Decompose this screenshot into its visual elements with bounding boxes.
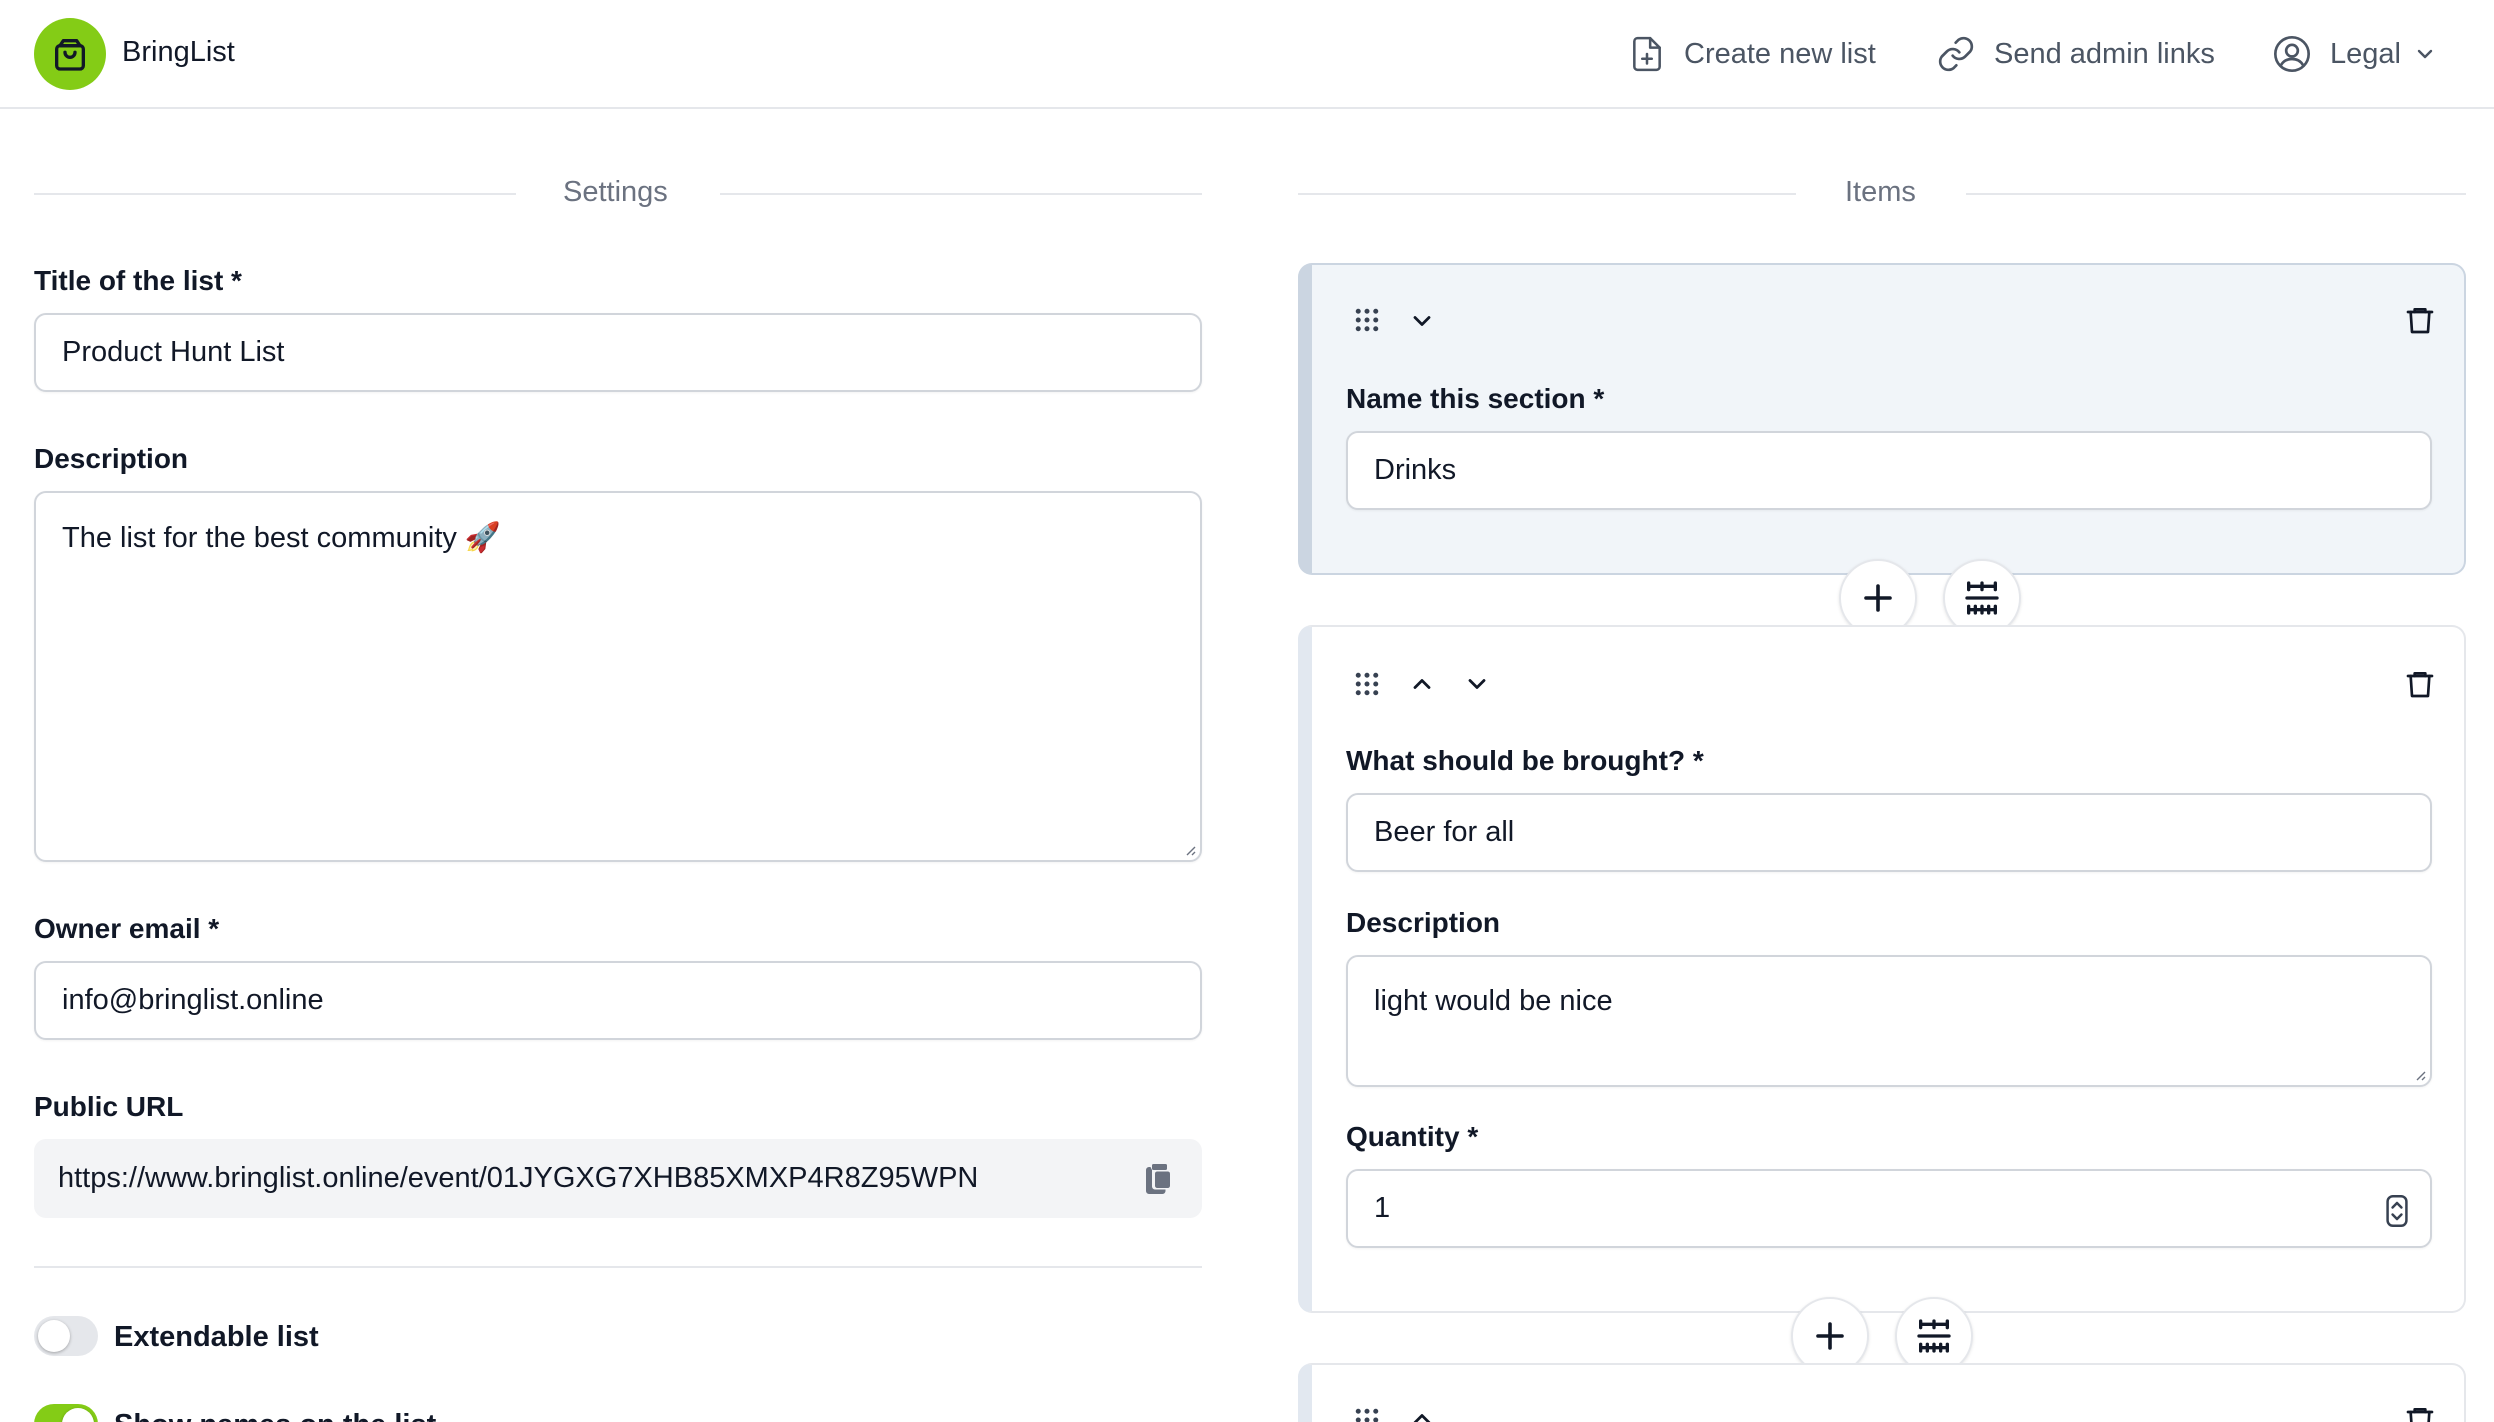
chevron-down-icon[interactable] (1408, 307, 1436, 335)
public-url-label: Public URL (34, 1091, 184, 1122)
stepper-arrows-icon[interactable] (2386, 1195, 2408, 1227)
owner-email-label: Owner email * (34, 913, 220, 944)
title-label: Title of the list * (34, 265, 242, 296)
title-input-value: Product Hunt List (62, 336, 285, 368)
create-new-list-label: Create new list (1684, 37, 1876, 70)
item-card: What should be brought? * Beer for all D… (1298, 625, 2466, 1313)
item-card (1298, 1363, 2466, 1422)
trash-icon[interactable] (2404, 303, 2436, 337)
item-description-label: Description (1346, 907, 1501, 938)
section-divider-icon (1965, 581, 1999, 615)
description-textarea[interactable]: The list for the best community 🚀 (34, 491, 1202, 862)
trash-icon[interactable] (2404, 667, 2436, 701)
settings-divider-left (34, 193, 516, 195)
item-quantity-label: Quantity * (1346, 1121, 1479, 1152)
item-description-textarea[interactable]: light would be nice (1346, 955, 2432, 1087)
settings-divider-right (720, 193, 1202, 195)
copy-icon[interactable] (1140, 1161, 1176, 1197)
description-label: Description (34, 443, 189, 474)
item-quantity-stepper[interactable]: 1 (1346, 1169, 2432, 1248)
owner-email-value: info@bringlist.online (62, 984, 324, 1016)
plus-icon (1816, 1322, 1844, 1350)
account-label: Legal (2330, 37, 2401, 70)
app-header: BringList Create new list Send admin lin… (0, 0, 2494, 109)
link-icon (1938, 36, 1974, 72)
item-what-value: Beer for all (1374, 816, 1515, 848)
send-admin-links-label: Send admin links (1994, 37, 2215, 70)
drag-handle-icon[interactable] (1352, 305, 1382, 335)
item-what-input[interactable]: Beer for all (1346, 793, 2432, 872)
user-circle-icon (2274, 36, 2310, 72)
section-name-value: Drinks (1374, 454, 1457, 486)
drag-handle-icon[interactable] (1352, 669, 1382, 699)
send-admin-links-link[interactable]: Send admin links (1936, 30, 2215, 78)
app-name[interactable]: BringList (122, 36, 235, 69)
trash-icon[interactable] (2404, 1403, 2436, 1422)
app-logo[interactable] (34, 18, 106, 90)
items-divider-left (1298, 193, 1796, 195)
chevron-up-icon[interactable] (1408, 1405, 1436, 1422)
public-url-value: https://www.bringlist.online/event/01JYG… (58, 1162, 979, 1194)
extendable-toggle[interactable] (34, 1316, 98, 1356)
section-name-label: Name this section * (1346, 383, 1605, 414)
item-quantity-value: 1 (1374, 1192, 1391, 1224)
resize-grip-icon[interactable] (1182, 842, 1196, 856)
file-plus-icon (1633, 36, 1661, 72)
settings-bottom-divider (34, 1266, 1202, 1268)
section-divider-icon (1917, 1319, 1951, 1353)
section-card: Name this section * Drinks (1298, 263, 2466, 575)
resize-grip-icon[interactable] (2412, 1067, 2426, 1081)
toggle-knob (62, 1408, 94, 1422)
item-description-value: light would be nice (1374, 985, 1613, 1017)
drag-handle-icon[interactable] (1352, 1405, 1382, 1422)
toggle-knob (38, 1320, 70, 1352)
extendable-label: Extendable list (114, 1321, 319, 1353)
chevron-down-icon[interactable] (1463, 670, 1491, 698)
account-menu[interactable]: Legal (2272, 30, 2437, 78)
show-names-toggle[interactable] (34, 1404, 98, 1422)
title-input[interactable]: Product Hunt List (34, 313, 1202, 392)
chevron-up-icon[interactable] (1408, 670, 1436, 698)
settings-heading: Settings (563, 176, 668, 208)
owner-email-input[interactable]: info@bringlist.online (34, 961, 1202, 1040)
description-textarea-value: The list for the best community 🚀 (62, 522, 502, 554)
create-new-list-link[interactable]: Create new list (1628, 30, 1876, 78)
items-heading: Items (1845, 176, 1916, 208)
plus-icon (1864, 584, 1892, 612)
items-divider-right (1966, 193, 2466, 195)
public-url-field[interactable]: https://www.bringlist.online/event/01JYG… (34, 1139, 1202, 1218)
section-name-input[interactable]: Drinks (1346, 431, 2432, 510)
show-names-label: Show names on the list (114, 1409, 436, 1422)
item-what-label: What should be brought? * (1346, 745, 1704, 776)
shopping-bag-icon (55, 39, 85, 71)
chevron-down-icon (2417, 49, 2433, 59)
